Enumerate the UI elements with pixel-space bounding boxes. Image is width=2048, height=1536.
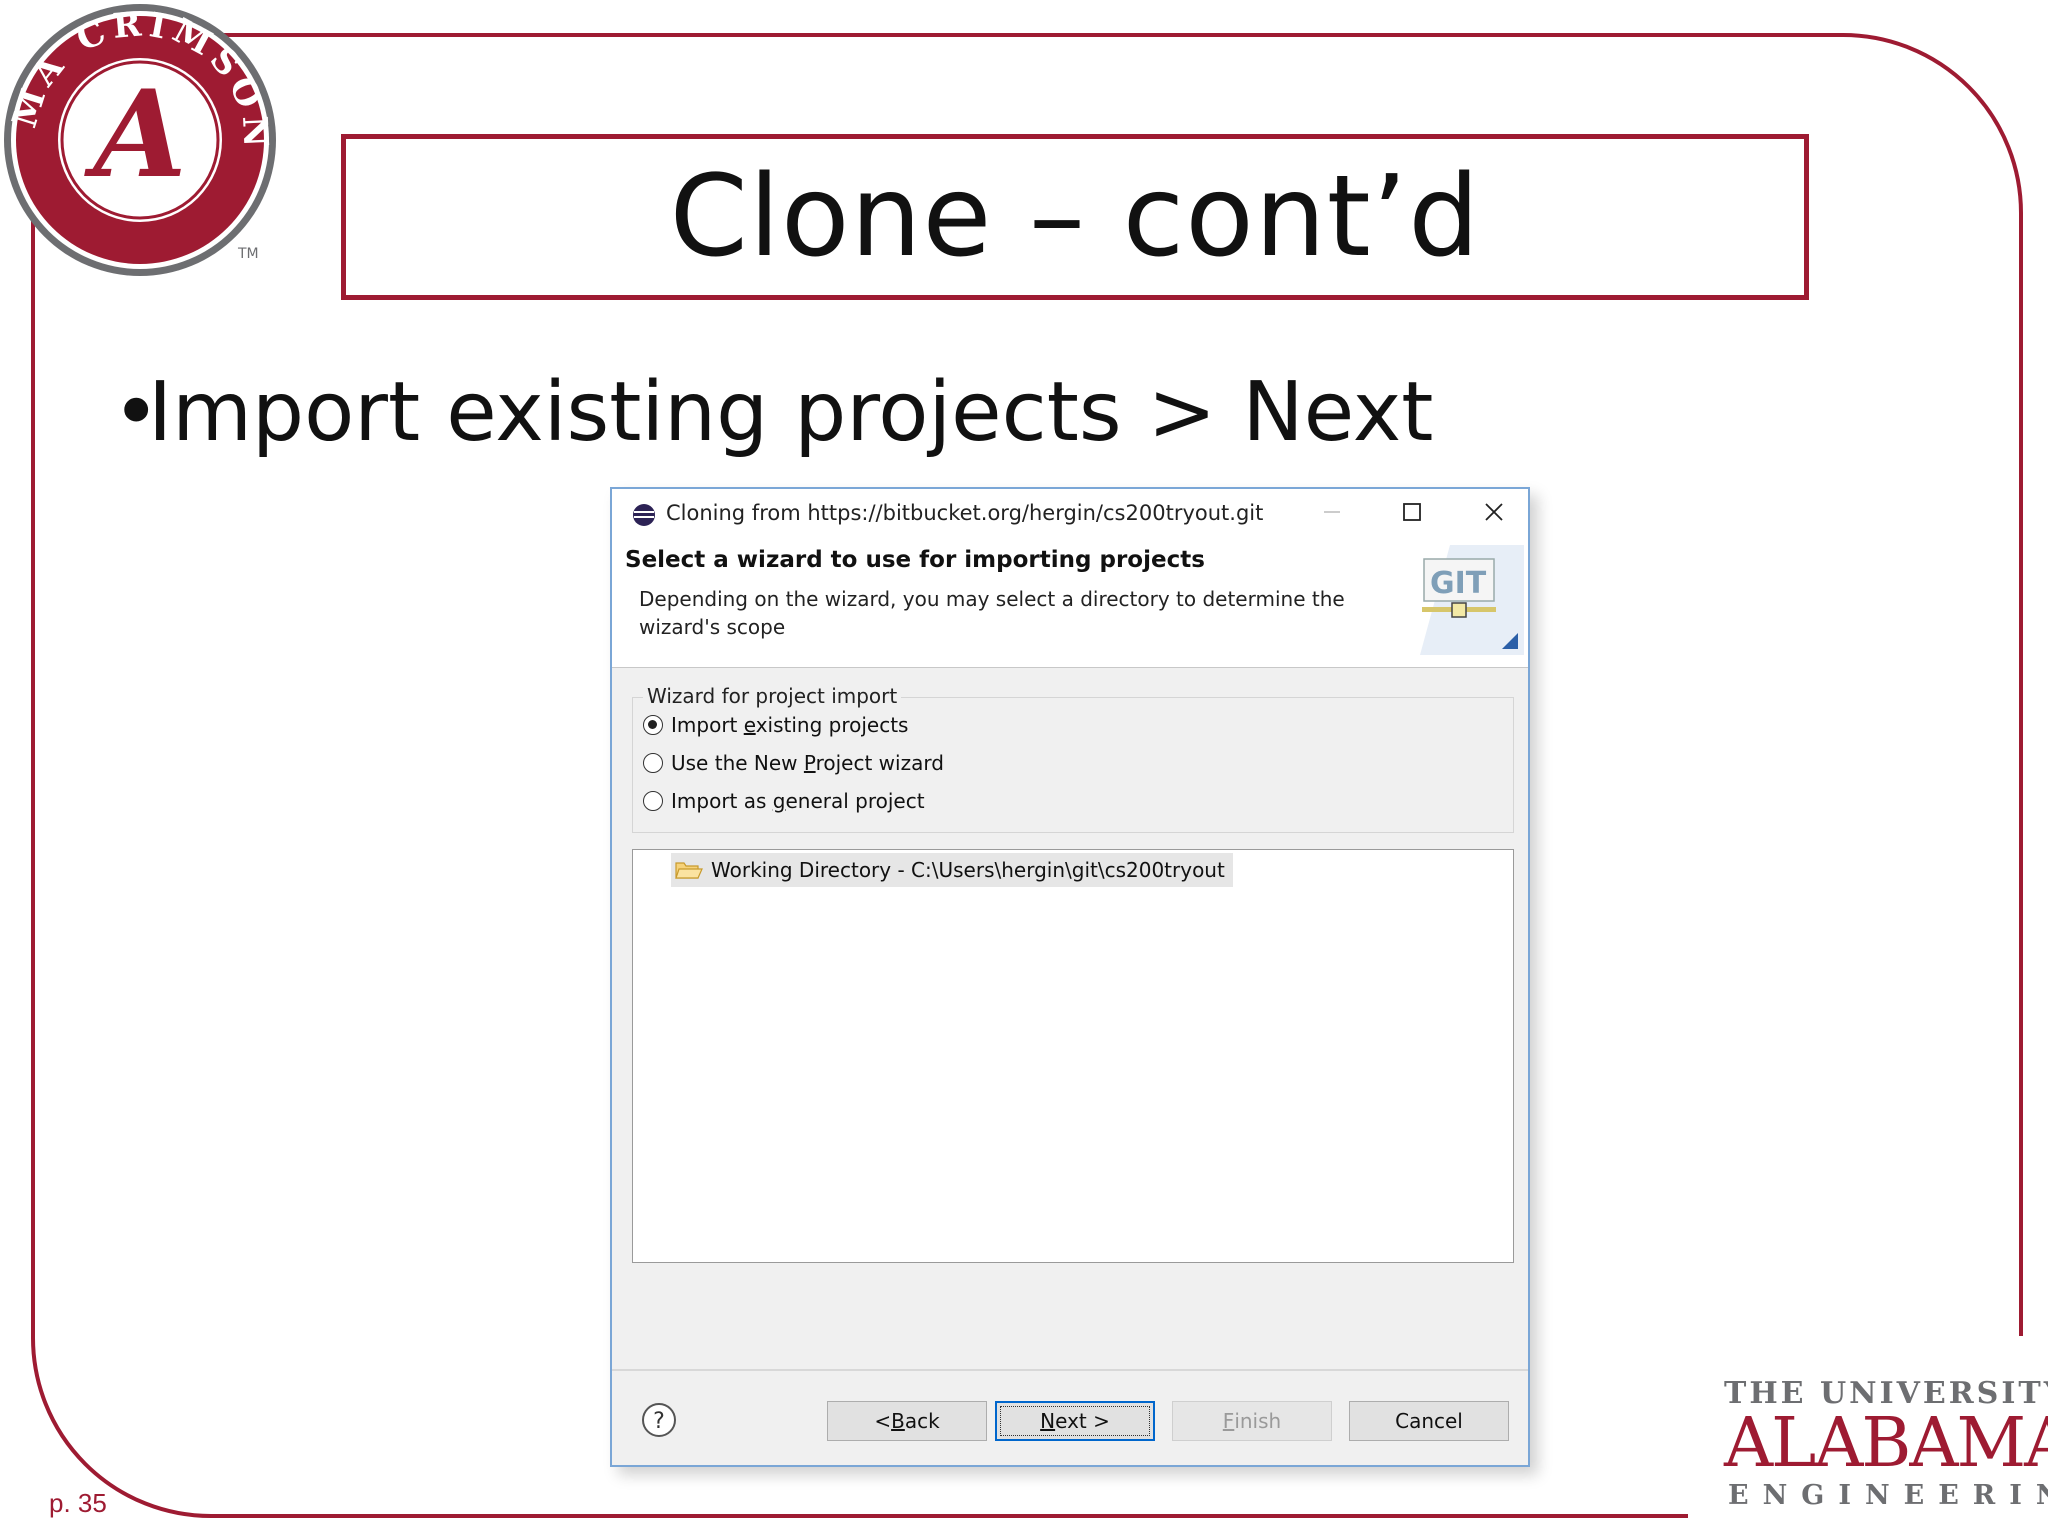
- radio-general-project[interactable]: Import as general project: [643, 786, 925, 816]
- radio-import-existing[interactable]: Import existing projects: [643, 710, 908, 740]
- clone-dialog: Cloning from https://bitbucket.org/hergi…: [610, 487, 1530, 1467]
- title-box: Clone – cont’d: [341, 134, 1809, 300]
- minimize-button[interactable]: [1307, 495, 1357, 529]
- logo-line-alabama: ALABAMA: [1724, 1404, 2048, 1483]
- logo-line-engineering: ENGINEERING: [1728, 1480, 2048, 1511]
- tree-item-working-directory[interactable]: Working Directory - C:\Users\hergin\git\…: [671, 853, 1233, 887]
- tree-item-label: Working Directory - C:\Users\hergin\git\…: [711, 858, 1225, 882]
- page-number: p. 35: [49, 1488, 107, 1518]
- window-title: Cloning from https://bitbucket.org/hergi…: [666, 501, 1264, 525]
- wizard-title: Select a wizard to use for importing pro…: [625, 547, 1205, 573]
- group-label: Wizard for project import: [643, 684, 902, 708]
- wizard-group: Wizard for project import Import existin…: [632, 684, 1514, 833]
- minimize-icon: [1324, 511, 1340, 513]
- help-icon[interactable]: ?: [640, 1401, 678, 1439]
- seal-tm: TM: [237, 246, 259, 262]
- seal-letter: A: [83, 64, 186, 205]
- radio-label: Import existing projects: [671, 713, 909, 737]
- footer-separator: [612, 1369, 1528, 1371]
- radio-icon[interactable]: [643, 753, 663, 773]
- eclipse-icon: [633, 504, 655, 526]
- radio-label: Import as general project: [671, 789, 925, 813]
- git-icon-text: GIT: [1430, 566, 1487, 601]
- maximize-icon: [1403, 503, 1421, 521]
- dialog-titlebar: Cloning from https://bitbucket.org/hergi…: [612, 489, 1528, 533]
- cancel-button[interactable]: Cancel: [1349, 1401, 1509, 1441]
- close-button[interactable]: [1469, 495, 1519, 529]
- next-button[interactable]: Next >: [995, 1401, 1155, 1441]
- finish-button[interactable]: Finish: [1172, 1401, 1332, 1441]
- maximize-button[interactable]: [1387, 495, 1437, 529]
- directory-tree[interactable]: Working Directory - C:\Users\hergin\git\…: [632, 849, 1514, 1263]
- radio-label: Use the New Project wizard: [671, 751, 944, 775]
- bullet-text: Import existing projects > Next: [148, 365, 1434, 460]
- folder-open-icon: [675, 862, 703, 879]
- slide-title: Clone – cont’d: [669, 152, 1481, 282]
- bullet-point: •Import existing projects > Next: [112, 365, 1433, 460]
- wizard-description: Depending on the wizard, you may select …: [639, 587, 1345, 639]
- university-logo: THE UNIVERSITY OF ALABAMA ENGINEERING: [1724, 1376, 2048, 1526]
- radio-icon[interactable]: [643, 791, 663, 811]
- bullet-dot: •: [112, 365, 161, 460]
- radio-new-project-wizard[interactable]: Use the New Project wizard: [643, 748, 944, 778]
- git-banner-icon: GIT: [1420, 545, 1524, 655]
- back-button[interactable]: < Back: [827, 1401, 987, 1441]
- radio-icon-selected[interactable]: [643, 715, 663, 735]
- svg-text:?: ?: [653, 1409, 665, 1434]
- alabama-seal-logo: ALABAMA CRIMSON TIDE A TM: [0, 0, 276, 276]
- wizard-header: Select a wizard to use for importing pro…: [612, 533, 1528, 668]
- close-icon: [1485, 503, 1503, 521]
